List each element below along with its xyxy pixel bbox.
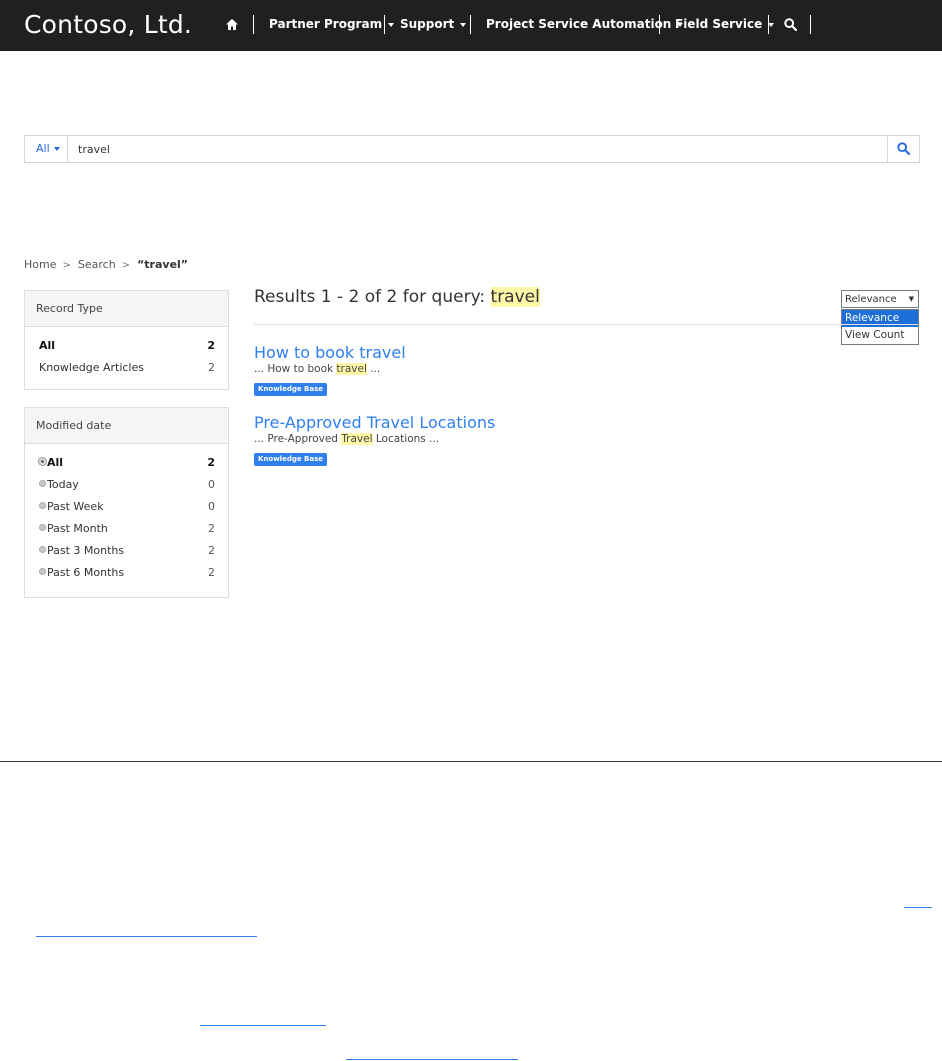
nav-support[interactable]: Support [400, 17, 467, 31]
date-option-past-6-months[interactable]: Past 6 Months 2 [25, 562, 228, 584]
snippet-text: ... How to book [254, 363, 337, 375]
date-option-label: Past Month [47, 522, 108, 535]
date-option-label: Today [47, 478, 79, 491]
nav-partner-program[interactable]: Partner Program [269, 17, 395, 31]
sort-select[interactable]: Relevance ▼ [841, 290, 919, 308]
date-option-past-3-months[interactable]: Past 3 Months 2 [25, 540, 228, 562]
breadcrumb-separator: > [121, 260, 131, 271]
date-option-label: Past 6 Months [47, 566, 125, 579]
chevron-down-icon [460, 22, 467, 27]
search-input[interactable] [69, 136, 848, 162]
home-icon[interactable] [225, 16, 239, 35]
facet-record-type-title: Record Type [25, 291, 228, 327]
result-badge[interactable]: Knowledge Base [254, 453, 328, 466]
result-title-link[interactable]: How to book travel [254, 344, 406, 362]
nav-separator [384, 15, 385, 34]
breadcrumb-separator: > [62, 260, 71, 271]
search-filter-dropdown[interactable]: All [25, 136, 68, 162]
date-option-label: All [47, 456, 64, 469]
nav-separator [659, 15, 660, 34]
date-option-count: 0 [208, 478, 215, 491]
date-option-count: 0 [208, 500, 215, 513]
nav-partner-program-label: Partner Program [269, 17, 383, 31]
sort-selected-value: Relevance [845, 294, 897, 305]
search-icon [897, 142, 910, 155]
snippet-text: ... Pre-Approved [254, 433, 342, 445]
facet-item-count: 2 [208, 361, 215, 374]
facet-item-label: Knowledge Articles [39, 361, 144, 374]
facet-item-all[interactable]: All 2 [25, 335, 228, 357]
snippet-text: Locations ... [372, 433, 440, 445]
date-option-past-week[interactable]: Past Week 0 [25, 496, 228, 518]
sort-dropdown-menu: Relevance View Count [841, 309, 919, 345]
snippet-highlight: Travel [341, 433, 373, 445]
breadcrumb-search[interactable]: Search [78, 258, 116, 271]
footer-divider [0, 761, 942, 762]
top-navbar: Contoso, Ltd. Partner Program Support Pr… [0, 0, 942, 51]
sort-option-view-count[interactable]: View Count [842, 327, 918, 344]
radio-button[interactable] [39, 546, 46, 553]
breadcrumb: Home > Search > “travel” [24, 258, 188, 271]
facet-item-count: 2 [207, 339, 215, 352]
results-divider [254, 324, 918, 325]
footer-link-underline[interactable] [200, 1025, 326, 1026]
result-title-link[interactable]: Pre-Approved Travel Locations [254, 414, 495, 432]
breadcrumb-current: “travel” [137, 258, 189, 271]
chevron-down-icon [53, 147, 60, 151]
nav-separator [253, 15, 254, 34]
search-filter-label: All [36, 142, 50, 155]
date-option-today[interactable]: Today 0 [25, 474, 228, 496]
search-button[interactable] [887, 136, 919, 162]
date-option-count: 2 [208, 566, 215, 579]
results-summary-text: Results 1 - 2 of 2 for query: [254, 287, 486, 307]
result-badge[interactable]: Knowledge Base [254, 383, 328, 396]
radio-button-selected[interactable] [39, 458, 46, 465]
dropdown-arrow-icon: ▼ [908, 295, 914, 303]
radio-button[interactable] [39, 524, 46, 531]
nav-separator [810, 15, 811, 34]
snippet-highlight: travel [336, 363, 367, 375]
date-option-count: 2 [208, 522, 215, 535]
search-result: How to book travel ... How to book trave… [254, 344, 406, 396]
date-option-label: Past 3 Months [47, 544, 125, 557]
date-option-count: 2 [208, 544, 215, 557]
result-snippet: ... How to book travel ... [254, 363, 406, 376]
search-result: Pre-Approved Travel Locations ... Pre-Ap… [254, 414, 495, 466]
chevron-down-icon [388, 22, 395, 27]
footer-link-underline[interactable] [346, 1059, 518, 1060]
result-snippet: ... Pre-Approved Travel Locations ... [254, 433, 495, 446]
footer-link-underline[interactable] [36, 936, 257, 937]
facet-modified-date-title: Modified date [25, 408, 228, 444]
radio-button[interactable] [39, 568, 46, 575]
facet-modified-date: Modified date All 2 Today 0 Past Week 0 … [24, 407, 229, 598]
results-query-highlight: travel [490, 287, 540, 307]
nav-separator [470, 15, 471, 34]
date-option-all[interactable]: All 2 [25, 452, 228, 474]
date-option-count: 2 [207, 456, 215, 469]
date-option-past-month[interactable]: Past Month 2 [25, 518, 228, 540]
facet-item-knowledge-articles[interactable]: Knowledge Articles 2 [25, 357, 228, 379]
chevron-down-icon [768, 22, 775, 27]
nav-separator [768, 15, 769, 34]
footer-link-underline[interactable] [904, 907, 932, 908]
snippet-text: ... [366, 363, 381, 375]
results-summary: Results 1 - 2 of 2 for query: travel [254, 287, 540, 307]
nav-project-service-automation-label: Project Service Automation [486, 17, 672, 31]
breadcrumb-home[interactable]: Home [24, 258, 56, 271]
radio-button[interactable] [39, 502, 46, 509]
facet-item-label: All [39, 339, 56, 352]
search-bar: All [24, 135, 920, 163]
nav-field-service-label: Field Service [675, 17, 763, 31]
search-icon[interactable] [784, 16, 798, 35]
nav-field-service[interactable]: Field Service [675, 17, 775, 31]
facet-record-type: Record Type All 2 Knowledge Articles 2 [24, 290, 229, 390]
date-option-label: Past Week [47, 500, 104, 513]
radio-button[interactable] [39, 480, 46, 487]
brand-logo[interactable]: Contoso, Ltd. [24, 10, 192, 39]
nav-support-label: Support [400, 17, 455, 31]
nav-project-service-automation[interactable]: Project Service Automation [486, 17, 684, 31]
